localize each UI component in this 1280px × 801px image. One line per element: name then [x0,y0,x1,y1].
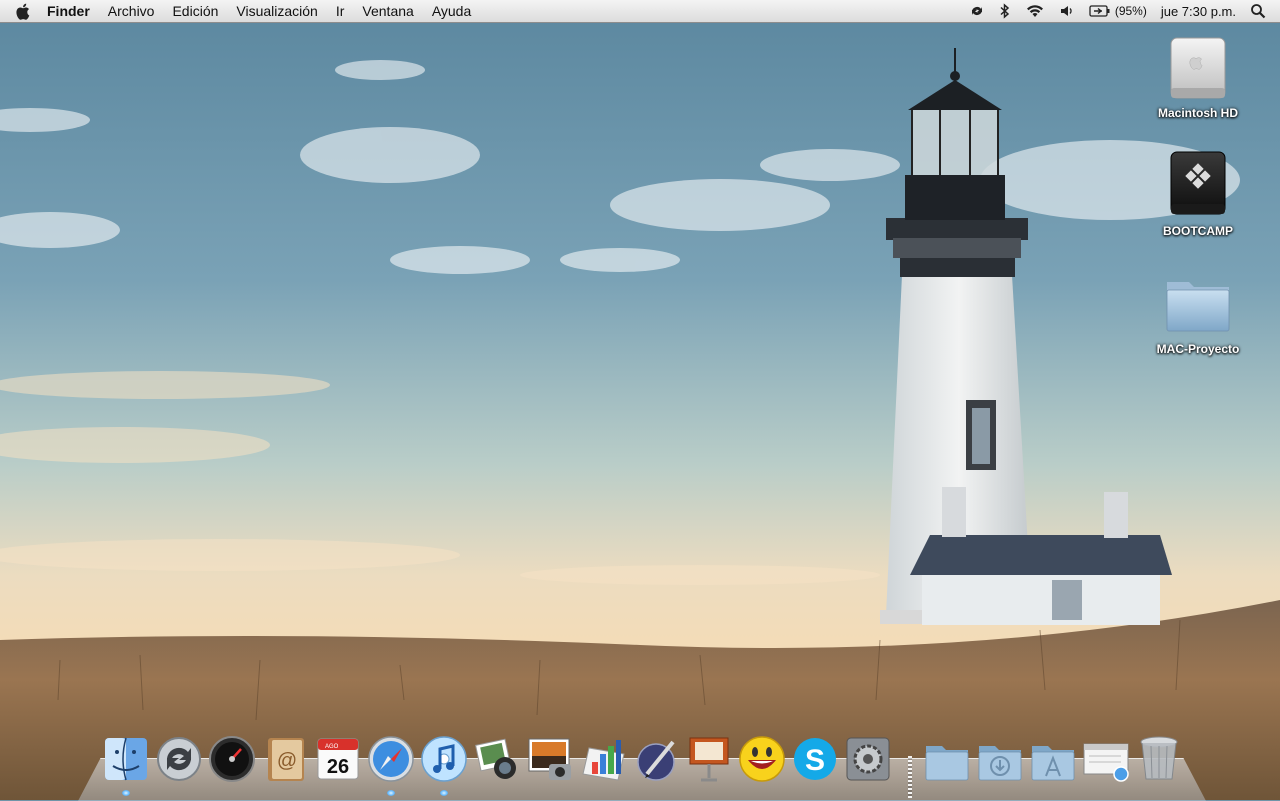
running-indicator [387,790,395,796]
dock-keynote[interactable] [684,734,734,784]
dock-image-capture[interactable] [525,734,575,784]
trash-icon [1140,736,1178,780]
running-indicator [122,790,130,796]
itunes-icon [421,736,467,782]
dock-itunes[interactable] [419,734,469,784]
svg-text:@: @ [277,750,297,772]
desktop-wallpaper [0,0,1280,800]
dock-system-preferences[interactable] [843,734,893,784]
image-capture-icon [528,738,571,780]
dock-dashboard[interactable] [207,734,257,784]
dock-finder[interactable] [101,734,151,784]
menu-app-name[interactable]: Finder [38,0,99,22]
menu-edicion[interactable]: Edición [163,0,227,22]
menu-ir[interactable]: Ir [327,0,354,22]
dock-address-book[interactable]: @ [260,734,310,784]
dock-sync-services[interactable] [154,734,204,784]
battery-percent: (95%) [1114,4,1147,18]
battery-icon[interactable]: (95%) [1082,0,1154,22]
ical-month: AGO [325,744,339,750]
applications-stack-icon [1031,746,1075,781]
menu-bar: Finder Archivo Edición Visualización Ir … [0,0,1280,23]
dock-network-browser[interactable] [1081,734,1131,784]
keynote-chart-icon [582,740,625,781]
sync-icon[interactable] [962,0,992,22]
menu-visualizacion[interactable]: Visualización [227,0,326,22]
desktop-icon-macintosh-hd[interactable]: Macintosh HD [1143,32,1253,120]
dock-yahoo-messenger[interactable] [737,734,787,784]
desktop-icon-bootcamp[interactable]: BOOTCAMP [1143,150,1253,238]
ical-icon: AGO 26 [317,738,359,780]
dock-keynote-chart[interactable] [578,734,628,784]
menu-ayuda[interactable]: Ayuda [423,0,480,22]
menu-ventana[interactable]: Ventana [353,0,422,22]
bluetooth-icon[interactable] [992,0,1018,22]
menu-archivo[interactable]: Archivo [99,0,164,22]
desktop-icon-mac-proyecto[interactable]: MAC-Proyecto [1143,268,1253,356]
finder-icon [105,737,147,781]
dock-safari[interactable] [366,734,416,784]
volume-icon[interactable] [1052,0,1082,22]
ink-pen-icon [637,740,675,781]
bootcamp-drive-icon [1163,150,1233,220]
yahoo-messenger-icon [739,736,785,782]
dock-separator[interactable] [908,756,912,798]
network-browser-icon [1083,743,1129,782]
ical-day: 26 [327,756,349,778]
apple-menu-icon[interactable] [12,3,32,20]
dock-skype[interactable]: S [790,734,840,784]
desktop-icon-label: MAC-Proyecto [1156,342,1240,356]
folder-icon [1163,268,1233,338]
safari-icon [368,736,414,782]
sync-services-icon [157,737,201,781]
downloads-stack-icon [978,746,1022,781]
desktop-icon-label: Macintosh HD [1157,106,1238,120]
dock-iphoto[interactable] [472,734,522,784]
dashboard-icon [209,736,255,782]
desktop-icon-label: BOOTCAMP [1163,224,1233,238]
running-indicator [440,790,448,796]
wifi-icon[interactable] [1018,0,1052,22]
dock-ink[interactable] [631,734,681,784]
spotlight-icon[interactable] [1243,0,1280,22]
system-preferences-icon [846,737,890,781]
folder-stack-icon [925,746,969,781]
dock-folder-stack[interactable] [922,734,972,784]
svg-text:S: S [805,744,825,777]
clock[interactable]: jue 7:30 p.m. [1154,0,1243,22]
dock-ical[interactable]: AGO 26 [313,734,363,784]
dock-downloads-stack[interactable] [975,734,1025,784]
address-book-icon: @ [268,738,304,781]
skype-icon: S [794,738,836,780]
dock-trash[interactable] [1134,734,1184,784]
hard-drive-icon [1163,32,1233,102]
dock-applications-stack[interactable] [1028,734,1078,784]
keynote-icon [689,737,729,782]
iphoto-icon [475,738,516,779]
